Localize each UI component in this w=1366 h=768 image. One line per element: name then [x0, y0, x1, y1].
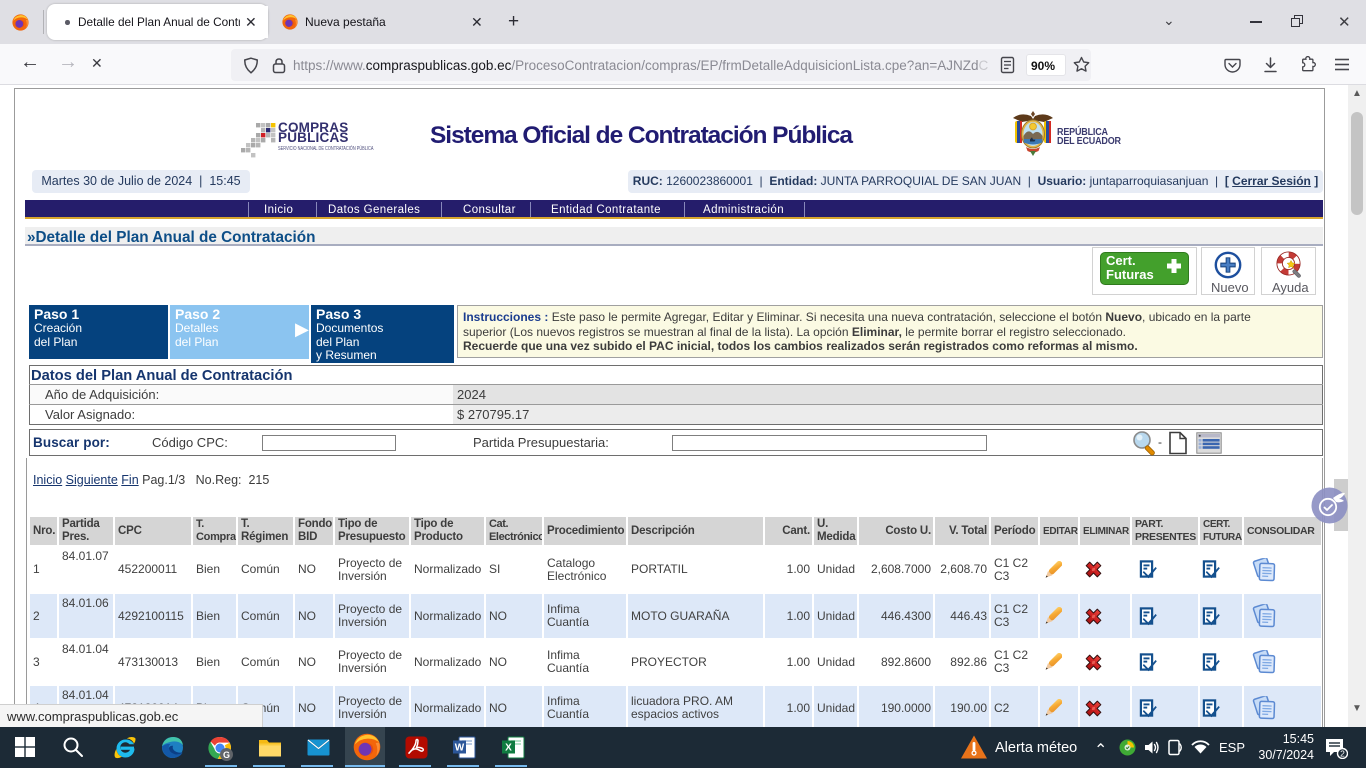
svg-text:X: X — [505, 743, 512, 754]
svg-text:W: W — [455, 743, 465, 754]
svg-text:2: 2 — [1340, 749, 1345, 759]
svg-text:G: G — [223, 750, 230, 760]
